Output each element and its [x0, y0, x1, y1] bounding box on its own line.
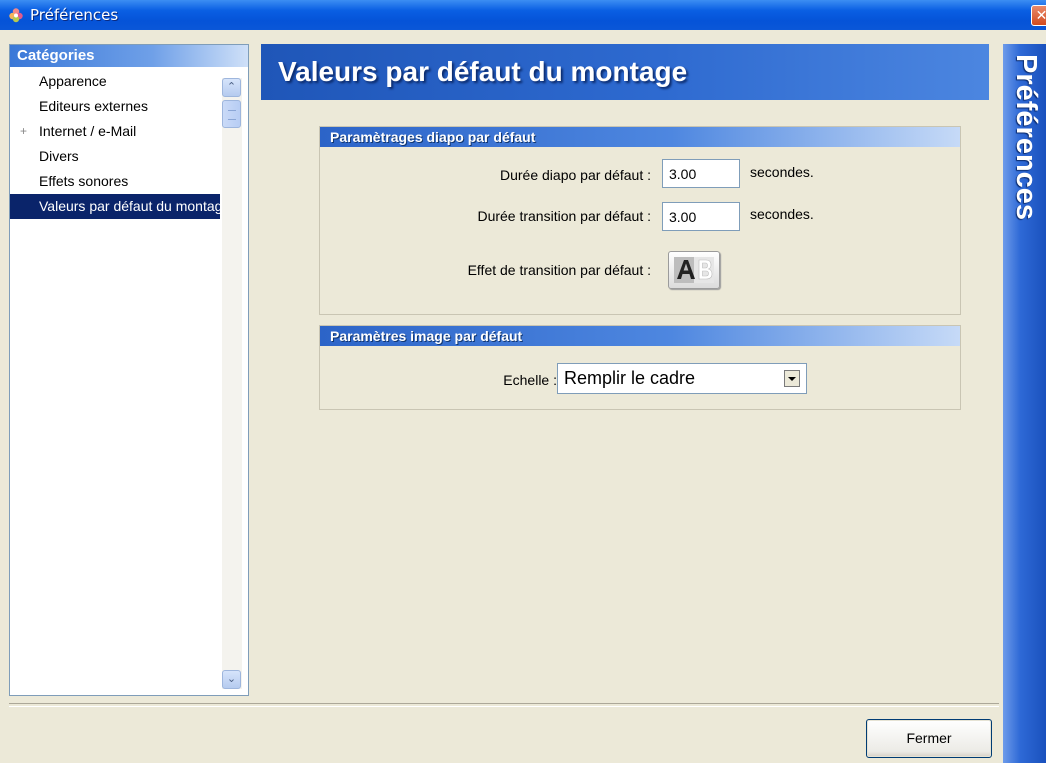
categories-panel: Catégories Apparence Editeurs externes +… [9, 44, 249, 696]
close-icon: ✕ [1035, 7, 1046, 23]
transition-duration-unit: secondes. [750, 206, 814, 222]
transition-duration-label: Durée transition par défaut : [477, 208, 651, 224]
category-item-effets-sonores[interactable]: Effets sonores [10, 169, 220, 194]
ab-transition-icon [674, 257, 714, 283]
expand-plus-icon[interactable]: + [20, 119, 32, 144]
scroll-down-button[interactable]: ⌄ [222, 670, 241, 689]
category-label: Apparence [39, 73, 107, 89]
category-label: Effets sonores [39, 173, 129, 189]
category-item-apparence[interactable]: Apparence [10, 69, 220, 94]
chevron-down-icon: ⌄ [226, 673, 237, 685]
transition-effect-label: Effet de transition par défaut : [467, 262, 651, 278]
slide-duration-unit: secondes. [750, 164, 814, 180]
transition-duration-input[interactable] [662, 202, 740, 231]
category-item-valeurs-par-defaut[interactable]: Valeurs par défaut du montage [10, 194, 220, 219]
slide-duration-input[interactable] [662, 159, 740, 188]
categories-list: Apparence Editeurs externes + Internet /… [10, 69, 220, 219]
page-title: Valeurs par défaut du montage [261, 44, 989, 100]
scale-label: Echelle : [503, 372, 557, 388]
scroll-up-button[interactable]: ⌃ [222, 78, 241, 97]
scale-select-value: Remplir le cadre [564, 368, 696, 388]
image-defaults-group: Paramètres image par défaut Echelle : Re… [319, 325, 961, 410]
transition-effect-button[interactable] [668, 251, 720, 289]
categories-scrollbar[interactable]: ⌃ ⌄ [222, 78, 242, 689]
chevron-down-icon[interactable] [784, 370, 800, 387]
side-banner-text: Préférences [1010, 54, 1042, 221]
scale-select[interactable]: Remplir le cadre [557, 363, 807, 394]
side-banner: Préférences [1003, 44, 1046, 763]
image-defaults-group-title: Paramètres image par défaut [320, 326, 960, 346]
category-label: Editeurs externes [39, 98, 148, 114]
close-dialog-button[interactable]: Fermer [866, 719, 992, 758]
scroll-thumb[interactable] [222, 100, 241, 128]
category-item-internet-email[interactable]: + Internet / e-Mail [10, 119, 220, 144]
app-flower-icon [9, 8, 23, 23]
categories-header: Catégories [10, 45, 248, 67]
category-item-divers[interactable]: Divers [10, 144, 220, 169]
slide-defaults-group: Paramètrages diapo par défaut Durée diap… [319, 126, 961, 315]
category-label: Divers [39, 148, 79, 164]
chevron-up-icon: ⌃ [226, 81, 237, 93]
category-label: Internet / e-Mail [39, 123, 137, 139]
category-item-editeurs-externes[interactable]: Editeurs externes [10, 94, 220, 119]
slide-defaults-group-title: Paramètrages diapo par défaut [320, 127, 960, 147]
category-label: Valeurs par défaut du montage [39, 198, 220, 214]
footer-separator [9, 703, 999, 707]
window-titlebar: Préférences ✕ [0, 0, 1046, 30]
window-close-button[interactable]: ✕ [1031, 5, 1046, 26]
slide-duration-label: Durée diapo par défaut : [500, 167, 651, 183]
window-title: Préférences [30, 6, 119, 24]
